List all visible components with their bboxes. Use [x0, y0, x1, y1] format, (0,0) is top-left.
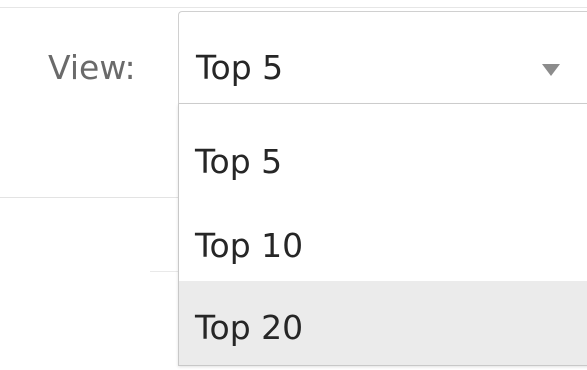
dropdown-option-top-20[interactable]: Top 20 — [179, 281, 587, 365]
dropdown-option-label: Top 5 — [195, 142, 283, 181]
divider-middle — [0, 197, 178, 198]
view-select-value: Top 5 — [196, 48, 284, 87]
view-select[interactable]: Top 5 — [178, 11, 587, 104]
view-label: View: — [48, 48, 136, 87]
divider-lower — [150, 271, 178, 272]
view-dropdown-menu: Top 5 Top 10 Top 20 — [178, 104, 587, 366]
dropdown-option-top-10[interactable]: Top 10 — [179, 199, 587, 283]
dropdown-option-label: Top 20 — [195, 308, 304, 347]
dropdown-option-top-5[interactable]: Top 5 — [179, 115, 587, 199]
divider-top — [0, 7, 587, 8]
dropdown-arrow-icon[interactable] — [542, 64, 560, 76]
dropdown-option-label: Top 10 — [195, 226, 304, 265]
